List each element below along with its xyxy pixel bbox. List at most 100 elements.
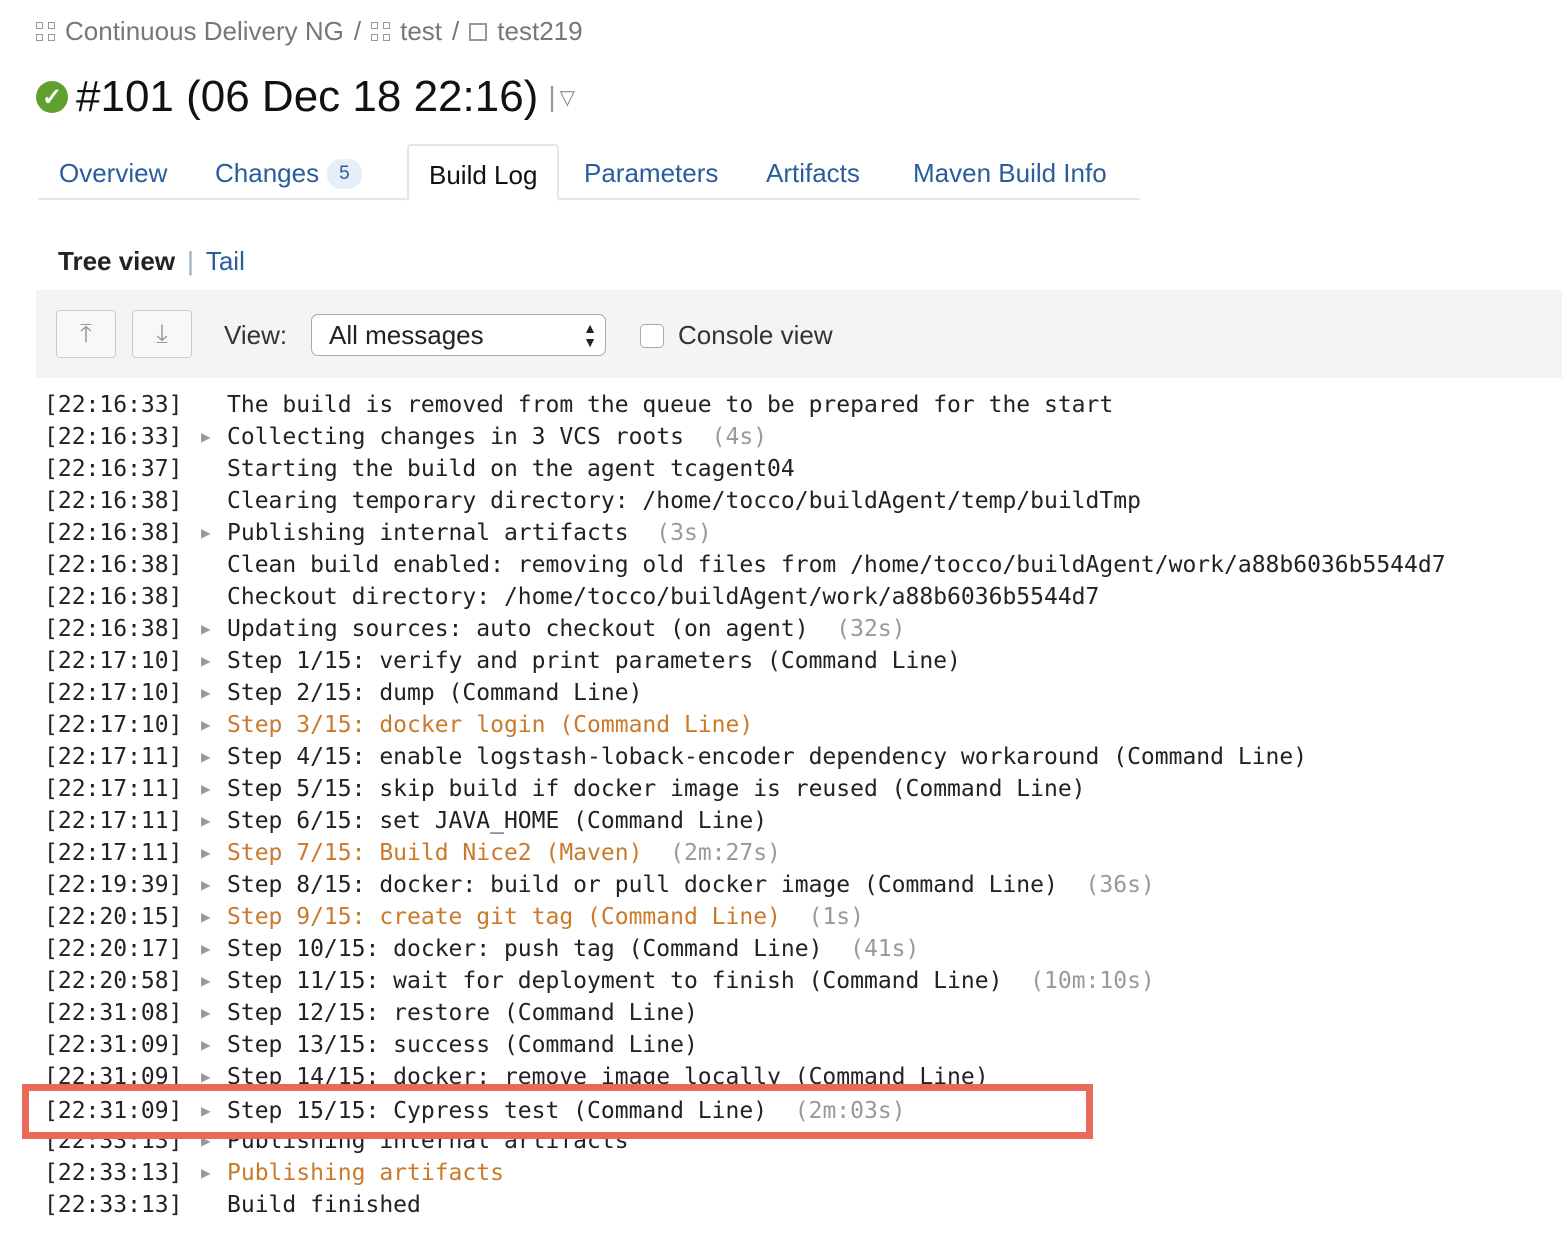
log-row[interactable]: [22:31:08] ▶ Step 12/15: restore (Command … bbox=[44, 997, 698, 1029]
expand-triangle-icon[interactable]: ▶ bbox=[201, 421, 211, 453]
console-view-label[interactable]: Console view bbox=[678, 320, 833, 351]
tab-bar: Overview Changes 5 Build Log Parameters A… bbox=[38, 144, 1140, 201]
expand-triangle-icon[interactable]: ▶ bbox=[201, 1157, 211, 1189]
divider: | bbox=[548, 81, 556, 112]
breadcrumb-separator: / bbox=[452, 16, 460, 46]
log-time: [22:17:11] bbox=[44, 776, 183, 802]
expand-triangle-icon[interactable]: ▶ bbox=[201, 933, 211, 965]
tab-parameters[interactable]: Parameters bbox=[584, 144, 718, 200]
log-row[interactable]: [22:17:11] ▶ Step 6/15: set JAVA_HOME (Com… bbox=[44, 805, 767, 837]
success-check-icon: ✓ bbox=[36, 81, 68, 113]
log-row[interactable]: [22:17:10] ▶ Step 1/15: verify and print p… bbox=[44, 645, 961, 677]
log-text: Publishing internal artifacts bbox=[227, 520, 629, 546]
scroll-to-bottom-button[interactable]: ⤓ bbox=[132, 310, 192, 358]
build-menu-dropdown-icon[interactable]: ▽ bbox=[560, 85, 575, 110]
tree-view-link[interactable]: Tree view bbox=[58, 246, 175, 276]
log-duration: (36s) bbox=[1085, 872, 1155, 898]
log-row[interactable]: [22:20:15] ▶ Step 9/15: create git tag (Co… bbox=[44, 901, 864, 933]
log-row[interactable]: [22:16:33] ▶ Collecting changes in 3 VCS r… bbox=[44, 421, 767, 453]
tab-build-log[interactable]: Build Log bbox=[407, 144, 560, 201]
log-time: [22:16:38] bbox=[44, 488, 183, 514]
expand-triangle-icon[interactable]: ▶ bbox=[201, 965, 211, 997]
build-config-icon bbox=[469, 22, 488, 41]
log-message: Publishing internal artifacts (3s) bbox=[227, 517, 712, 549]
log-row[interactable]: [22:17:11] ▶ Step 5/15: skip build if dock… bbox=[44, 773, 1086, 805]
log-time: [22:17:10] bbox=[44, 680, 183, 706]
log-text: Starting the build on the agent tcagent0… bbox=[227, 456, 795, 482]
expand-triangle-icon[interactable]: ▶ bbox=[201, 901, 211, 933]
log-row[interactable]: [22:20:17] ▶ Step 10/15: docker: push tag … bbox=[44, 933, 919, 965]
expand-triangle-icon[interactable]: ▶ bbox=[201, 997, 211, 1029]
log-row[interactable]: [22:17:11] ▶ Step 7/15: Build Nice2 (Maven… bbox=[44, 837, 781, 869]
log-text: Updating sources: auto checkout (on agen… bbox=[227, 616, 809, 642]
breadcrumb-build-config[interactable]: test219 bbox=[497, 16, 582, 47]
console-view-checkbox[interactable] bbox=[640, 324, 664, 348]
log-message: Clearing temporary directory: /home/tocc… bbox=[227, 485, 1141, 517]
expand-triangle-icon[interactable]: ▶ bbox=[201, 1029, 211, 1061]
log-row: [22:16:33] The build is removed from the … bbox=[44, 389, 1113, 421]
tab-artifacts[interactable]: Artifacts bbox=[766, 144, 860, 200]
log-message: Step 12/15: restore (Command Line) bbox=[227, 997, 698, 1029]
log-message: Checkout directory: /home/tocco/buildAge… bbox=[227, 581, 1099, 613]
log-time: [22:20:17] bbox=[44, 936, 183, 962]
log-message: Step 4/15: enable logstash-loback-encode… bbox=[227, 741, 1307, 773]
breadcrumb-project[interactable]: Continuous Delivery NG bbox=[65, 16, 344, 47]
log-message: The build is removed from the queue to b… bbox=[227, 389, 1113, 421]
log-time: [22:19:39] bbox=[44, 872, 183, 898]
view-select[interactable]: All messages ▲ ▼ bbox=[311, 314, 606, 356]
tab-changes[interactable]: Changes 5 bbox=[215, 144, 362, 200]
log-message: Step 3/15: docker login (Command Line) bbox=[227, 709, 753, 741]
expand-triangle-icon[interactable]: ▶ bbox=[201, 805, 211, 837]
changes-count-badge: 5 bbox=[327, 159, 362, 189]
scroll-to-top-button[interactable]: ⤒ bbox=[56, 310, 116, 358]
expand-triangle-icon[interactable]: ▶ bbox=[201, 645, 211, 677]
breadcrumb-subproject[interactable]: test bbox=[400, 16, 442, 47]
log-message: Build finished bbox=[227, 1189, 421, 1221]
log-text: Clean build enabled: removing old files … bbox=[227, 552, 1446, 578]
log-row[interactable]: [22:17:10] ▶ Step 3/15: docker login (Comm… bbox=[44, 709, 753, 741]
log-duration: (2m:27s) bbox=[670, 840, 781, 866]
log-row[interactable]: [22:19:39] ▶ Step 8/15: docker: build or p… bbox=[44, 869, 1155, 901]
expand-triangle-icon[interactable]: ▶ bbox=[201, 837, 211, 869]
expand-triangle-icon[interactable]: ▶ bbox=[201, 709, 211, 741]
log-time: [22:31:08] bbox=[44, 1000, 183, 1026]
log-message: Step 11/15: wait for deployment to finis… bbox=[227, 965, 1155, 997]
log-message: Step 8/15: docker: build or pull docker … bbox=[227, 869, 1155, 901]
log-row[interactable]: [22:16:38] ▶ Publishing internal artifacts… bbox=[44, 517, 712, 549]
log-row[interactable]: [22:31:09] ▶ Step 15/15: Cypress test (Com… bbox=[44, 1095, 1084, 1127]
log-text: Build finished bbox=[227, 1192, 421, 1218]
expand-triangle-icon[interactable]: ▶ bbox=[201, 741, 211, 773]
expand-triangle-icon[interactable]: ▶ bbox=[201, 517, 211, 549]
expand-triangle-icon[interactable]: ▶ bbox=[201, 869, 211, 901]
tail-link[interactable]: Tail bbox=[206, 246, 245, 276]
log-message: Collecting changes in 3 VCS roots (4s) bbox=[227, 421, 767, 453]
log-row[interactable]: [22:17:10] ▶ Step 2/15: dump (Command Line… bbox=[44, 677, 642, 709]
log-text: Step 6/15: set JAVA_HOME (Command Line) bbox=[227, 808, 768, 834]
log-text: Collecting changes in 3 VCS roots bbox=[227, 424, 684, 450]
tab-changes-label: Changes bbox=[215, 158, 320, 188]
expand-triangle-icon[interactable]: ▶ bbox=[201, 773, 211, 805]
log-duration: (41s) bbox=[850, 936, 920, 962]
build-title: #101 (06 Dec 18 22:16) bbox=[76, 72, 539, 121]
expand-triangle-icon[interactable]: ▶ bbox=[201, 613, 211, 645]
view-label: View: bbox=[224, 320, 288, 350]
log-view-switcher: Tree view | Tail bbox=[58, 246, 245, 277]
expand-triangle-icon[interactable]: ▶ bbox=[201, 1095, 211, 1127]
log-duration: (32s) bbox=[836, 616, 906, 642]
log-row[interactable]: [22:20:58] ▶ Step 11/15: wait for deployme… bbox=[44, 965, 1155, 997]
log-text: Step 13/15: success (Command Line) bbox=[227, 1032, 698, 1058]
log-time: [22:31:09] bbox=[44, 1032, 183, 1058]
log-message: Step 2/15: dump (Command Line) bbox=[227, 677, 642, 709]
log-message: Step 13/15: success (Command Line) bbox=[227, 1029, 698, 1061]
log-row[interactable]: [22:17:11] ▶ Step 4/15: enable logstash-lo… bbox=[44, 741, 1307, 773]
log-message: Step 5/15: skip build if docker image is… bbox=[227, 773, 1086, 805]
tab-overview[interactable]: Overview bbox=[59, 144, 167, 200]
log-time: [22:17:11] bbox=[44, 840, 183, 866]
log-row[interactable]: [22:16:38] ▶ Updating sources: auto checko… bbox=[44, 613, 906, 645]
log-row[interactable]: [22:33:13] ▶ Publishing artifacts bbox=[44, 1157, 504, 1189]
log-row: [22:16:38] Clearing temporary directory: … bbox=[44, 485, 1141, 517]
log-text: Step 4/15: enable logstash-loback-encode… bbox=[227, 744, 1308, 770]
expand-triangle-icon[interactable]: ▶ bbox=[201, 677, 211, 709]
tab-maven-build-info[interactable]: Maven Build Info bbox=[913, 144, 1107, 200]
log-row[interactable]: [22:31:09] ▶ Step 13/15: success (Command … bbox=[44, 1029, 698, 1061]
